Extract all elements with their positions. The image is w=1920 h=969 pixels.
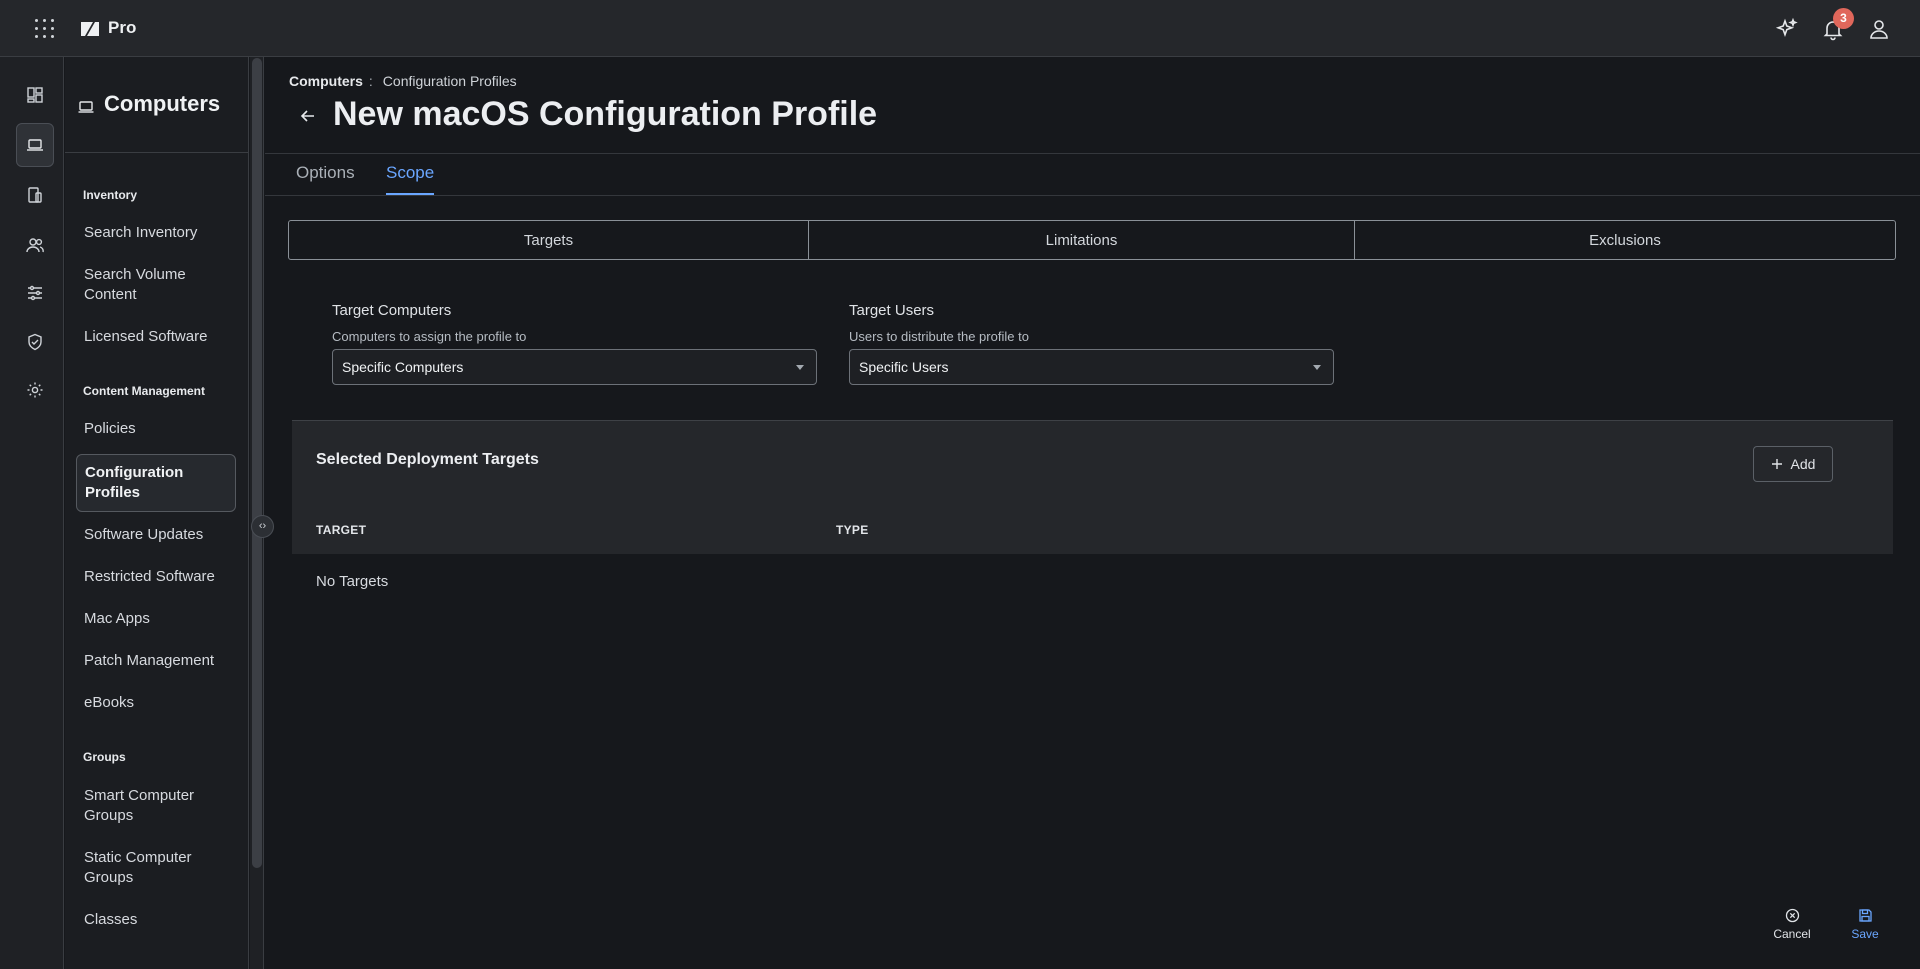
sliders-icon — [28, 285, 42, 301]
save-button[interactable]: Save — [1840, 908, 1890, 941]
deployment-targets-panel: Selected Deployment Targets Add TARGET T… — [292, 420, 1893, 554]
breadcrumb-computers[interactable]: Computers — [289, 73, 363, 89]
sidebar-item-software-updates[interactable]: Software Updates — [76, 525, 236, 545]
rail-dashboard[interactable] — [16, 73, 54, 117]
sidebar-item-licensed-software[interactable]: Licensed Software — [76, 327, 236, 347]
back-arrow-icon[interactable] — [297, 105, 319, 127]
computer-icon — [78, 101, 94, 113]
computer-icon — [27, 139, 43, 151]
save-label: Save — [1851, 927, 1879, 941]
scope-segmented-control: Targets Limitations Exclusions — [288, 220, 1896, 260]
user-icon[interactable] — [1867, 17, 1891, 41]
sidebar-item-policies[interactable]: Policies — [76, 419, 236, 439]
sidebar-item-smart-computer-groups[interactable]: Smart Computer Groups — [76, 786, 236, 826]
tab-options[interactable]: Options — [296, 163, 355, 193]
column-header-type: TYPE — [836, 523, 869, 537]
divider — [265, 153, 1920, 154]
tab-scope[interactable]: Scope — [386, 163, 435, 195]
target-computers-select[interactable]: Specific Computers — [332, 349, 817, 385]
sidebar-header: Computers — [65, 57, 249, 153]
target-computers-value: Specific Computers — [342, 359, 464, 375]
column-header-target: TARGET — [316, 523, 367, 537]
sidebar-item-search-inventory[interactable]: Search Inventory — [76, 223, 236, 243]
target-users-select[interactable]: Specific Users — [849, 349, 1334, 385]
section-inventory: Inventory — [83, 188, 138, 202]
sparkle-ai-icon[interactable] — [1775, 17, 1799, 41]
sidebar-title: Computers — [104, 91, 221, 116]
segment-exclusions[interactable]: Exclusions — [1355, 221, 1895, 259]
target-computers-help: Computers to assign the profile to — [332, 329, 527, 344]
sidebar-item-static-computer-groups[interactable]: Static Computer Groups — [76, 848, 236, 888]
sidebar-item-patch-management[interactable]: Patch Management — [76, 651, 236, 671]
segment-limitations[interactable]: Limitations — [809, 221, 1355, 259]
cancel-icon — [1785, 908, 1799, 923]
sidebar-item-search-volume-content[interactable]: Search Volume Content — [76, 265, 236, 305]
dashboard-icon — [27, 87, 43, 103]
section-groups: Groups — [83, 750, 126, 764]
chevron-down-icon — [796, 365, 804, 370]
divider — [265, 195, 1920, 196]
sidebar-item-classes[interactable]: Classes — [76, 910, 236, 930]
rail-security[interactable] — [16, 320, 54, 364]
cancel-label: Cancel — [1773, 927, 1811, 941]
main-content: Computers: Configuration Profiles New mac… — [265, 57, 1920, 969]
cancel-button[interactable]: Cancel — [1767, 908, 1817, 941]
breadcrumb-separator: : — [368, 73, 373, 89]
rail-computers[interactable] — [16, 123, 54, 167]
breadcrumb: Computers: Configuration Profiles — [289, 73, 517, 89]
devices-icon — [28, 187, 42, 203]
target-users-value: Specific Users — [859, 359, 949, 375]
brand-name: Pro — [108, 18, 137, 37]
rail-settings[interactable] — [16, 368, 54, 412]
plus-icon — [1771, 459, 1782, 469]
target-computers-label: Target Computers — [332, 302, 452, 319]
sidebar: Computers Inventory Search Inventory Sea… — [65, 57, 249, 969]
save-icon — [1858, 909, 1872, 922]
apps-grid-icon[interactable] — [33, 17, 57, 41]
sidebar-item-ebooks[interactable]: eBooks — [76, 693, 236, 713]
deployment-targets-title: Selected Deployment Targets — [316, 451, 539, 468]
sidebar-item-configuration-profiles[interactable]: Configuration Profiles — [76, 454, 236, 512]
page-title: New macOS Configuration Profile — [333, 95, 878, 133]
app-rail — [0, 57, 64, 969]
rail-settings-sliders[interactable] — [16, 271, 54, 315]
segment-targets[interactable]: Targets — [289, 221, 809, 259]
rail-devices[interactable] — [16, 173, 54, 217]
add-target-label: Add — [1790, 456, 1816, 472]
sidebar-item-mac-apps[interactable]: Mac Apps — [76, 609, 236, 629]
breadcrumb-current: Configuration Profiles — [382, 73, 517, 89]
notification-badge: 3 — [1833, 8, 1854, 29]
section-content-management: Content Management — [83, 384, 206, 398]
target-users-help: Users to distribute the profile to — [849, 329, 1029, 344]
gear-icon — [27, 382, 43, 398]
sidebar-item-restricted-software[interactable]: Restricted Software — [76, 567, 236, 587]
chevron-down-icon — [1313, 365, 1321, 370]
top-bar: Pro 3 — [0, 0, 1920, 57]
sidebar-scrollbar[interactable] — [252, 58, 262, 868]
brand-logo-icon — [81, 22, 99, 36]
rail-users[interactable] — [16, 223, 54, 267]
add-target-button[interactable]: Add — [1753, 446, 1833, 482]
target-users-label: Target Users — [849, 302, 935, 319]
shield-check-icon — [28, 333, 42, 351]
users-icon — [26, 238, 44, 253]
empty-state-text: No Targets — [316, 573, 389, 590]
